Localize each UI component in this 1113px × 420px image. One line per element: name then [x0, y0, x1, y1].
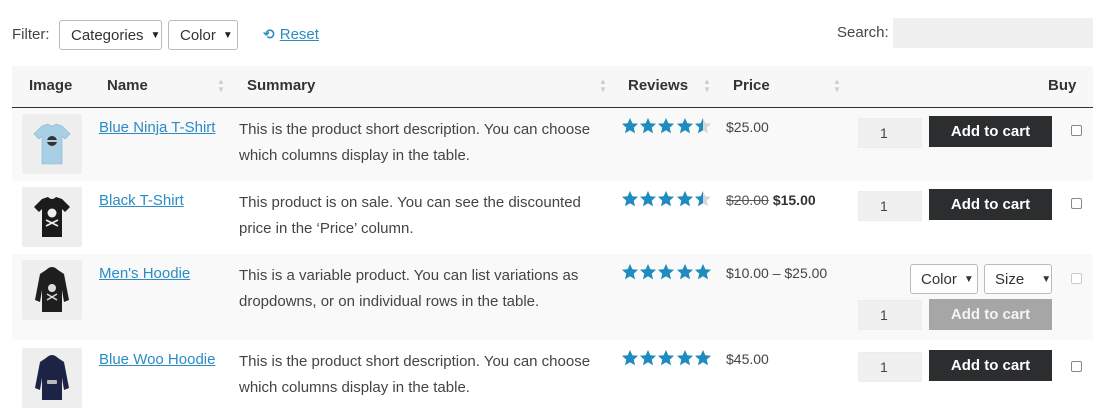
star-icon — [657, 117, 675, 135]
variation-color-value: Color — [921, 270, 957, 288]
dropdown-arrow-icon: ▼ — [963, 273, 974, 285]
star-icon — [621, 190, 639, 208]
search-input[interactable] — [893, 18, 1093, 48]
add-to-cart-button[interactable]: Add to cart — [929, 116, 1052, 147]
categories-filter-dropdown[interactable]: Categories ▼ — [59, 20, 162, 50]
hoodie-icon — [35, 267, 69, 312]
product-price: $45.00 — [726, 351, 769, 367]
star-icon — [657, 263, 675, 281]
product-thumbnail[interactable] — [22, 348, 82, 408]
sort-icon[interactable]: ▲ ▼ — [833, 78, 841, 94]
variation-color-dropdown[interactable]: Color ▼ — [910, 264, 978, 294]
dropdown-arrow-icon: ▼ — [150, 29, 161, 41]
select-checkbox[interactable] — [1071, 361, 1082, 372]
product-price: $20.00 $15.00 — [726, 192, 816, 208]
select-checkbox[interactable] — [1071, 125, 1082, 136]
product-name-link[interactable]: Black T-Shirt — [99, 192, 184, 209]
reset-label: Reset — [279, 26, 319, 43]
product-summary: This product is on sale. You can see the… — [239, 194, 581, 237]
sort-icon[interactable]: ▲ ▼ — [217, 78, 225, 94]
product-thumbnail[interactable] — [22, 260, 82, 320]
star-icon — [694, 263, 712, 281]
tshirt-icon — [34, 197, 70, 237]
star-icon — [639, 349, 657, 367]
categories-filter-value: Categories — [71, 26, 144, 44]
product-thumbnail[interactable] — [22, 114, 82, 174]
color-filter-dropdown[interactable]: Color ▼ — [168, 20, 238, 50]
product-summary: This is the product short description. Y… — [239, 121, 591, 164]
filter-label: Filter: — [12, 26, 50, 43]
filter-bar: Filter: Categories ▼ Color ▼ ⟲ Reset Sea… — [0, 0, 1113, 66]
table-row: Blue Woo Hoodie This is the product shor… — [12, 340, 1093, 420]
star-icon — [676, 190, 694, 208]
dropdown-arrow-icon: ▼ — [1041, 273, 1052, 285]
column-header-reviews[interactable]: Reviews — [628, 77, 688, 94]
star-icon — [676, 263, 694, 281]
product-price: $25.00 — [726, 119, 769, 135]
star-icon — [694, 117, 712, 135]
product-name-link[interactable]: Men's Hoodie — [99, 265, 190, 282]
price-value: $25.00 — [726, 119, 769, 135]
star-rating — [621, 190, 712, 210]
sale-price: $15.00 — [772, 192, 816, 208]
table-header: Image Name ▲ ▼ Summary ▲ ▼ Reviews ▲ ▼ Pric… — [12, 66, 1093, 108]
table-row: Blue Ninja T-Shirt This is the product s… — [12, 108, 1093, 181]
star-icon — [639, 263, 657, 281]
table-row: Black T-Shirt This product is on sale. Y… — [12, 181, 1093, 254]
star-icon — [621, 349, 639, 367]
star-rating — [621, 117, 712, 137]
star-icon — [621, 117, 639, 135]
quantity-input[interactable]: 1 — [858, 191, 922, 221]
dropdown-arrow-icon: ▼ — [222, 29, 233, 41]
star-icon — [639, 117, 657, 135]
column-header-price[interactable]: Price — [733, 77, 770, 94]
product-name-link[interactable]: Blue Ninja T-Shirt — [99, 119, 215, 136]
add-to-cart-button[interactable]: Add to cart — [929, 189, 1052, 220]
add-to-cart-button[interactable]: Add to cart — [929, 350, 1052, 381]
price-range: $10.00 – $25.00 — [726, 265, 828, 281]
star-icon — [676, 349, 694, 367]
star-icon — [694, 349, 712, 367]
reset-link[interactable]: ⟲ Reset — [263, 26, 319, 43]
color-filter-value: Color — [180, 26, 216, 44]
original-price: $20.00 — [726, 192, 769, 208]
column-header-buy: Buy — [1048, 77, 1077, 94]
price-value: $45.00 — [726, 351, 769, 367]
sort-icon[interactable]: ▲ ▼ — [599, 78, 607, 94]
hoodie-icon — [35, 355, 69, 400]
star-icon — [639, 190, 657, 208]
reset-icon: ⟲ — [263, 26, 275, 42]
quantity-input[interactable]: 1 — [858, 300, 922, 330]
star-icon — [657, 190, 675, 208]
star-icon — [694, 190, 712, 208]
product-name-link[interactable]: Blue Woo Hoodie — [99, 351, 215, 368]
product-price: $10.00 – $25.00 — [726, 265, 827, 281]
quantity-input[interactable]: 1 — [858, 352, 922, 382]
select-checkbox[interactable] — [1071, 198, 1082, 209]
product-thumbnail[interactable] — [22, 187, 82, 247]
star-rating — [621, 263, 712, 283]
table-row: Men's Hoodie This is a variable product.… — [12, 254, 1093, 340]
product-summary: This is the product short description. Y… — [239, 353, 591, 396]
star-rating — [621, 349, 712, 369]
product-summary: This is a variable product. You can list… — [239, 267, 579, 310]
tshirt-icon — [33, 123, 71, 165]
column-header-image: Image — [29, 77, 73, 94]
variation-size-value: Size — [995, 270, 1025, 288]
quantity-input[interactable]: 1 — [858, 118, 922, 148]
variation-size-dropdown[interactable]: Size ▼ — [984, 264, 1052, 294]
star-icon — [621, 263, 639, 281]
search-label: Search: — [837, 24, 889, 41]
star-icon — [676, 117, 694, 135]
select-checkbox[interactable] — [1071, 273, 1082, 284]
column-header-summary[interactable]: Summary — [247, 77, 315, 94]
column-header-name[interactable]: Name — [107, 77, 148, 94]
star-icon — [657, 349, 675, 367]
sort-icon[interactable]: ▲ ▼ — [703, 78, 711, 94]
add-to-cart-button-disabled[interactable]: Add to cart — [929, 299, 1052, 330]
